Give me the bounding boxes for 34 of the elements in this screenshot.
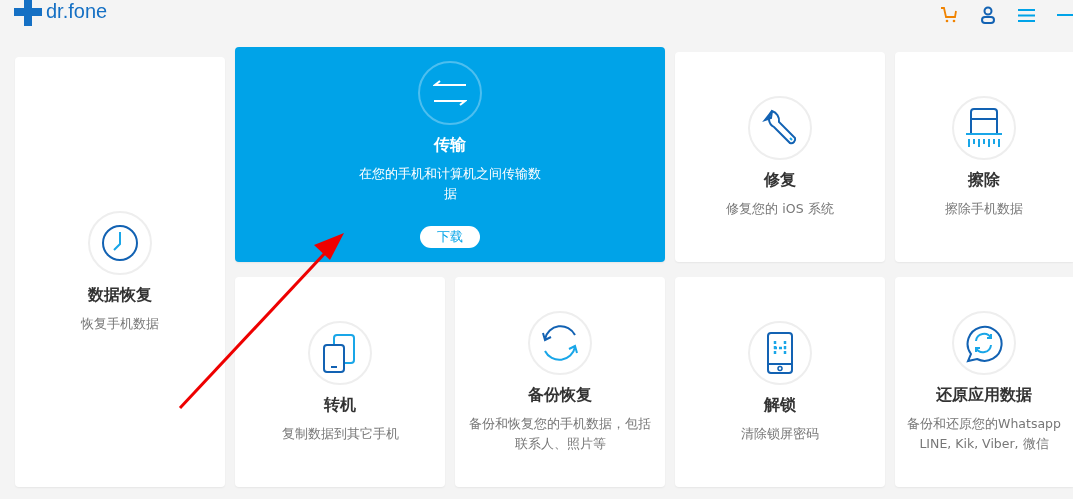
card-description: 恢复手机数据 [81, 314, 159, 333]
card-title: 转机 [324, 394, 356, 416]
card-description: 清除锁屏密码 [741, 424, 819, 443]
card-title: 还原应用数据 [936, 384, 1032, 406]
menu-icon[interactable] [1018, 7, 1035, 23]
card-title: 传输 [434, 135, 466, 156]
card-description: 在您的手机和计算机之间传输数据 [358, 165, 542, 203]
clock-icon [100, 222, 140, 263]
card-title: 备份恢复 [528, 384, 592, 406]
feature-card[interactable]: 转机 复制数据到其它手机 [235, 277, 445, 487]
cart-icon[interactable] [940, 6, 958, 24]
card-title: 擦除 [968, 169, 1000, 191]
feature-card[interactable]: 修复 修复您的 iOS 系统 [675, 52, 885, 262]
feature-card[interactable]: 备份恢复 备份和恢复您的手机数据，包括联系人、照片等 [455, 277, 665, 487]
feature-card[interactable]: 擦除 擦除手机数据 [895, 52, 1073, 262]
sync-arrows-icon [539, 322, 581, 363]
shredder-icon [964, 106, 1004, 149]
card-title: 解锁 [764, 394, 796, 416]
card-title: 数据恢复 [88, 284, 152, 306]
card-title: 修复 [764, 169, 796, 191]
card-description: 备份和还原您的Whatsapp LINE, Kik, Viber, 微信 [906, 414, 1062, 453]
app-logo: dr.fone [46, 0, 108, 23]
feature-card[interactable]: 数据恢复 恢复手机数据 [15, 57, 225, 487]
feature-card[interactable]: 还原应用数据 备份和还原您的Whatsapp LINE, Kik, Viber, 微信 [895, 277, 1073, 487]
feature-card[interactable]: 解锁 清除锁屏密码 [675, 277, 885, 487]
card-description: 擦除手机数据 [945, 199, 1023, 218]
card-description: 备份和恢复您的手机数据，包括联系人、照片等 [468, 414, 652, 453]
phone-icon [766, 331, 794, 374]
minimize-icon[interactable] [1057, 13, 1073, 17]
card-description: 修复您的 iOS 系统 [726, 199, 834, 218]
transfer-arrows-icon [433, 80, 467, 106]
user-icon[interactable] [980, 6, 996, 24]
card-description: 复制数据到其它手机 [281, 424, 399, 443]
plus-icon [14, 0, 42, 26]
